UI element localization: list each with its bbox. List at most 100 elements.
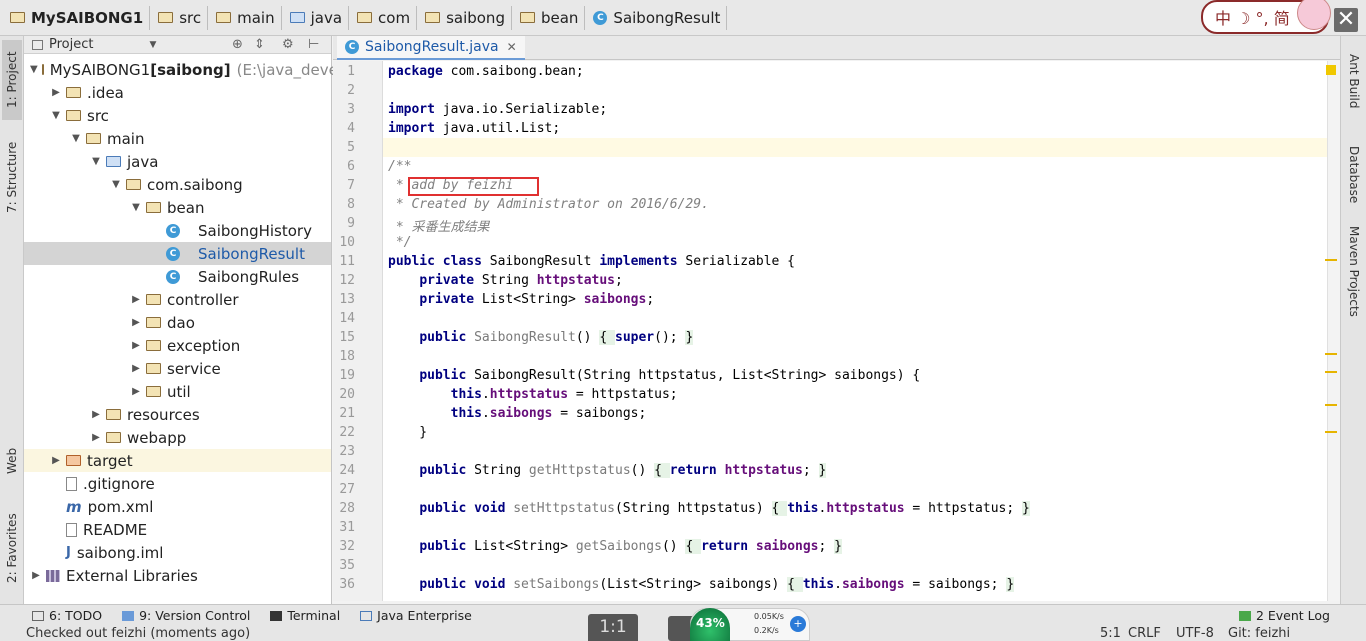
close-icon[interactable]: ✕ [1334, 8, 1358, 32]
line-number[interactable]: 13 [333, 292, 355, 307]
collapse-icon[interactable]: ⇕ [254, 37, 265, 52]
chevron-down-icon[interactable]: ▼ [70, 133, 82, 144]
breadcrumb-main[interactable]: main [212, 5, 282, 30]
line-number[interactable]: 3 [333, 102, 355, 117]
line-number[interactable]: 5 [333, 140, 355, 155]
breadcrumb-saibong[interactable]: saibong [421, 5, 512, 30]
tree-item[interactable]: ▼ com.saibong [24, 173, 331, 196]
line-number[interactable]: 22 [333, 425, 355, 440]
tab-version-control[interactable]: 9: Version Control [122, 608, 250, 623]
target-icon[interactable]: ⊕ [232, 37, 243, 52]
tree-item[interactable]: ▶ target [24, 449, 331, 472]
tree-item[interactable]: ▼ bean [24, 196, 331, 219]
tree-item[interactable]: .gitignore [24, 472, 331, 495]
tab-event-log[interactable]: 2 Event Log [1238, 608, 1330, 623]
code-line[interactable]: private String httpstatus; [388, 273, 623, 288]
chevron-right-icon[interactable]: ▶ [50, 87, 62, 98]
line-number[interactable]: 2 [333, 83, 355, 98]
line-number[interactable]: 31 [333, 520, 355, 535]
line-number[interactable]: 18 [333, 349, 355, 364]
breadcrumb-class[interactable]: C SaibongResult [589, 5, 728, 30]
breadcrumb-project[interactable]: MySAIBONG1 [6, 5, 151, 30]
tree-item[interactable]: m pom.xml [24, 495, 331, 518]
tab-structure[interactable]: 7: Structure [2, 132, 22, 222]
tab-web[interactable]: Web [2, 436, 22, 486]
code-line[interactable]: import java.util.List; [388, 121, 560, 136]
tree-item[interactable]: ▶ controller [24, 288, 331, 311]
code-line[interactable]: public String getHttpstatus() { return h… [388, 463, 827, 478]
git-branch[interactable]: Git: feizhi [1228, 626, 1290, 641]
chevron-right-icon[interactable]: ▶ [90, 409, 102, 420]
tab-maven-projects[interactable]: Maven Projects [1344, 226, 1364, 336]
change-marker[interactable] [1325, 353, 1337, 355]
tab-saibongresult-java[interactable]: C SaibongResult.java ✕ [337, 36, 525, 60]
tree-item[interactable]: Jsaibong.iml [24, 541, 331, 564]
code-editor[interactable]: package com.saibong.bean; import java.io.… [383, 61, 1327, 601]
line-number[interactable]: 11 [333, 254, 355, 269]
line-separator[interactable]: CRLF [1128, 626, 1161, 641]
line-number[interactable]: 24 [333, 463, 355, 478]
ime-toolbar[interactable]: 中 ☽ °, 简 [1201, 0, 1331, 34]
tree-item[interactable]: ▼ MySAIBONG1 [saibong] (E:\java_develop [24, 58, 361, 81]
chevron-down-icon[interactable]: ▼ [130, 202, 142, 213]
line-number[interactable]: 10 [333, 235, 355, 250]
accelerate-icon[interactable]: + [790, 616, 806, 632]
code-line[interactable]: */ [388, 235, 412, 250]
line-number[interactable]: 7 [333, 178, 355, 193]
tab-project[interactable]: 1: Project [2, 40, 22, 120]
line-number[interactable]: 21 [333, 406, 355, 421]
tab-ant-build[interactable]: Ant Build [1344, 54, 1364, 134]
line-number[interactable]: 1 [333, 64, 355, 79]
code-line[interactable]: import java.io.Serializable; [388, 102, 607, 117]
tree-item[interactable]: ▶ .idea [24, 81, 331, 104]
line-number[interactable]: 23 [333, 444, 355, 459]
chevron-down-icon[interactable]: ▼ [50, 110, 62, 121]
change-marker[interactable] [1325, 431, 1337, 433]
code-line[interactable]: public SaibongResult(String httpstatus, … [388, 368, 920, 383]
line-number[interactable]: 19 [333, 368, 355, 383]
chevron-down-icon[interactable]: ▼ [90, 156, 102, 167]
project-view-selector[interactable]: Project [49, 37, 93, 52]
tree-item[interactable]: C SaibongHistory [24, 219, 331, 242]
tree-item[interactable]: ▶ util [24, 380, 331, 403]
close-tab-icon[interactable]: ✕ [507, 40, 517, 54]
tab-java-enterprise[interactable]: Java Enterprise [360, 608, 472, 623]
chevron-down-icon[interactable]: ▼ [30, 64, 38, 75]
change-marker[interactable] [1325, 259, 1337, 261]
chevron-down-icon[interactable]: ▼ [149, 40, 156, 50]
chevron-right-icon[interactable]: ▶ [50, 455, 62, 466]
ratio-button[interactable]: 1:1 [588, 614, 638, 641]
line-number[interactable]: 9 [333, 216, 355, 231]
code-line[interactable]: * Created by Administrator on 2016/6/29. [388, 197, 709, 212]
line-number[interactable]: 12 [333, 273, 355, 288]
line-number[interactable]: 20 [333, 387, 355, 402]
tree-item[interactable]: ▼ java [24, 150, 331, 173]
chevron-right-icon[interactable]: ▶ [130, 294, 142, 305]
tree-item[interactable]: ▶ dao [24, 311, 331, 334]
tree-item[interactable]: ▶ exception [24, 334, 331, 357]
chevron-down-icon[interactable]: ▼ [110, 179, 122, 190]
change-marker[interactable] [1325, 404, 1337, 406]
breadcrumb-com[interactable]: com [353, 5, 418, 30]
chevron-right-icon[interactable]: ▶ [90, 432, 102, 443]
inspection-status-icon[interactable] [1326, 65, 1336, 75]
breadcrumb-bean[interactable]: bean [516, 5, 586, 30]
code-line[interactable]: public SaibongResult() { super(); } [388, 330, 694, 345]
status-message[interactable]: Checked out feizhi (moments ago) [26, 626, 250, 641]
breadcrumb-java[interactable]: java [286, 5, 350, 30]
code-line[interactable]: public class SaibongResult implements Se… [388, 254, 795, 269]
line-number[interactable]: 35 [333, 558, 355, 573]
code-line[interactable]: this.saibongs = saibongs; [388, 406, 647, 421]
tree-item[interactable]: ▶ webapp [24, 426, 331, 449]
chevron-right-icon[interactable]: ▶ [130, 317, 142, 328]
tree-item[interactable]: ▶ service [24, 357, 331, 380]
code-line[interactable]: package com.saibong.bean; [388, 64, 584, 79]
line-number[interactable]: 4 [333, 121, 355, 136]
code-line[interactable]: } [388, 425, 427, 440]
chevron-right-icon[interactable]: ▶ [30, 570, 42, 581]
tree-item[interactable]: README [24, 518, 331, 541]
code-line[interactable]: * 采番生成结果 [388, 216, 490, 235]
code-line[interactable]: private List<String> saibongs; [388, 292, 654, 307]
line-number[interactable]: 15 [333, 330, 355, 345]
tree-item[interactable]: C SaibongResult [24, 242, 331, 265]
